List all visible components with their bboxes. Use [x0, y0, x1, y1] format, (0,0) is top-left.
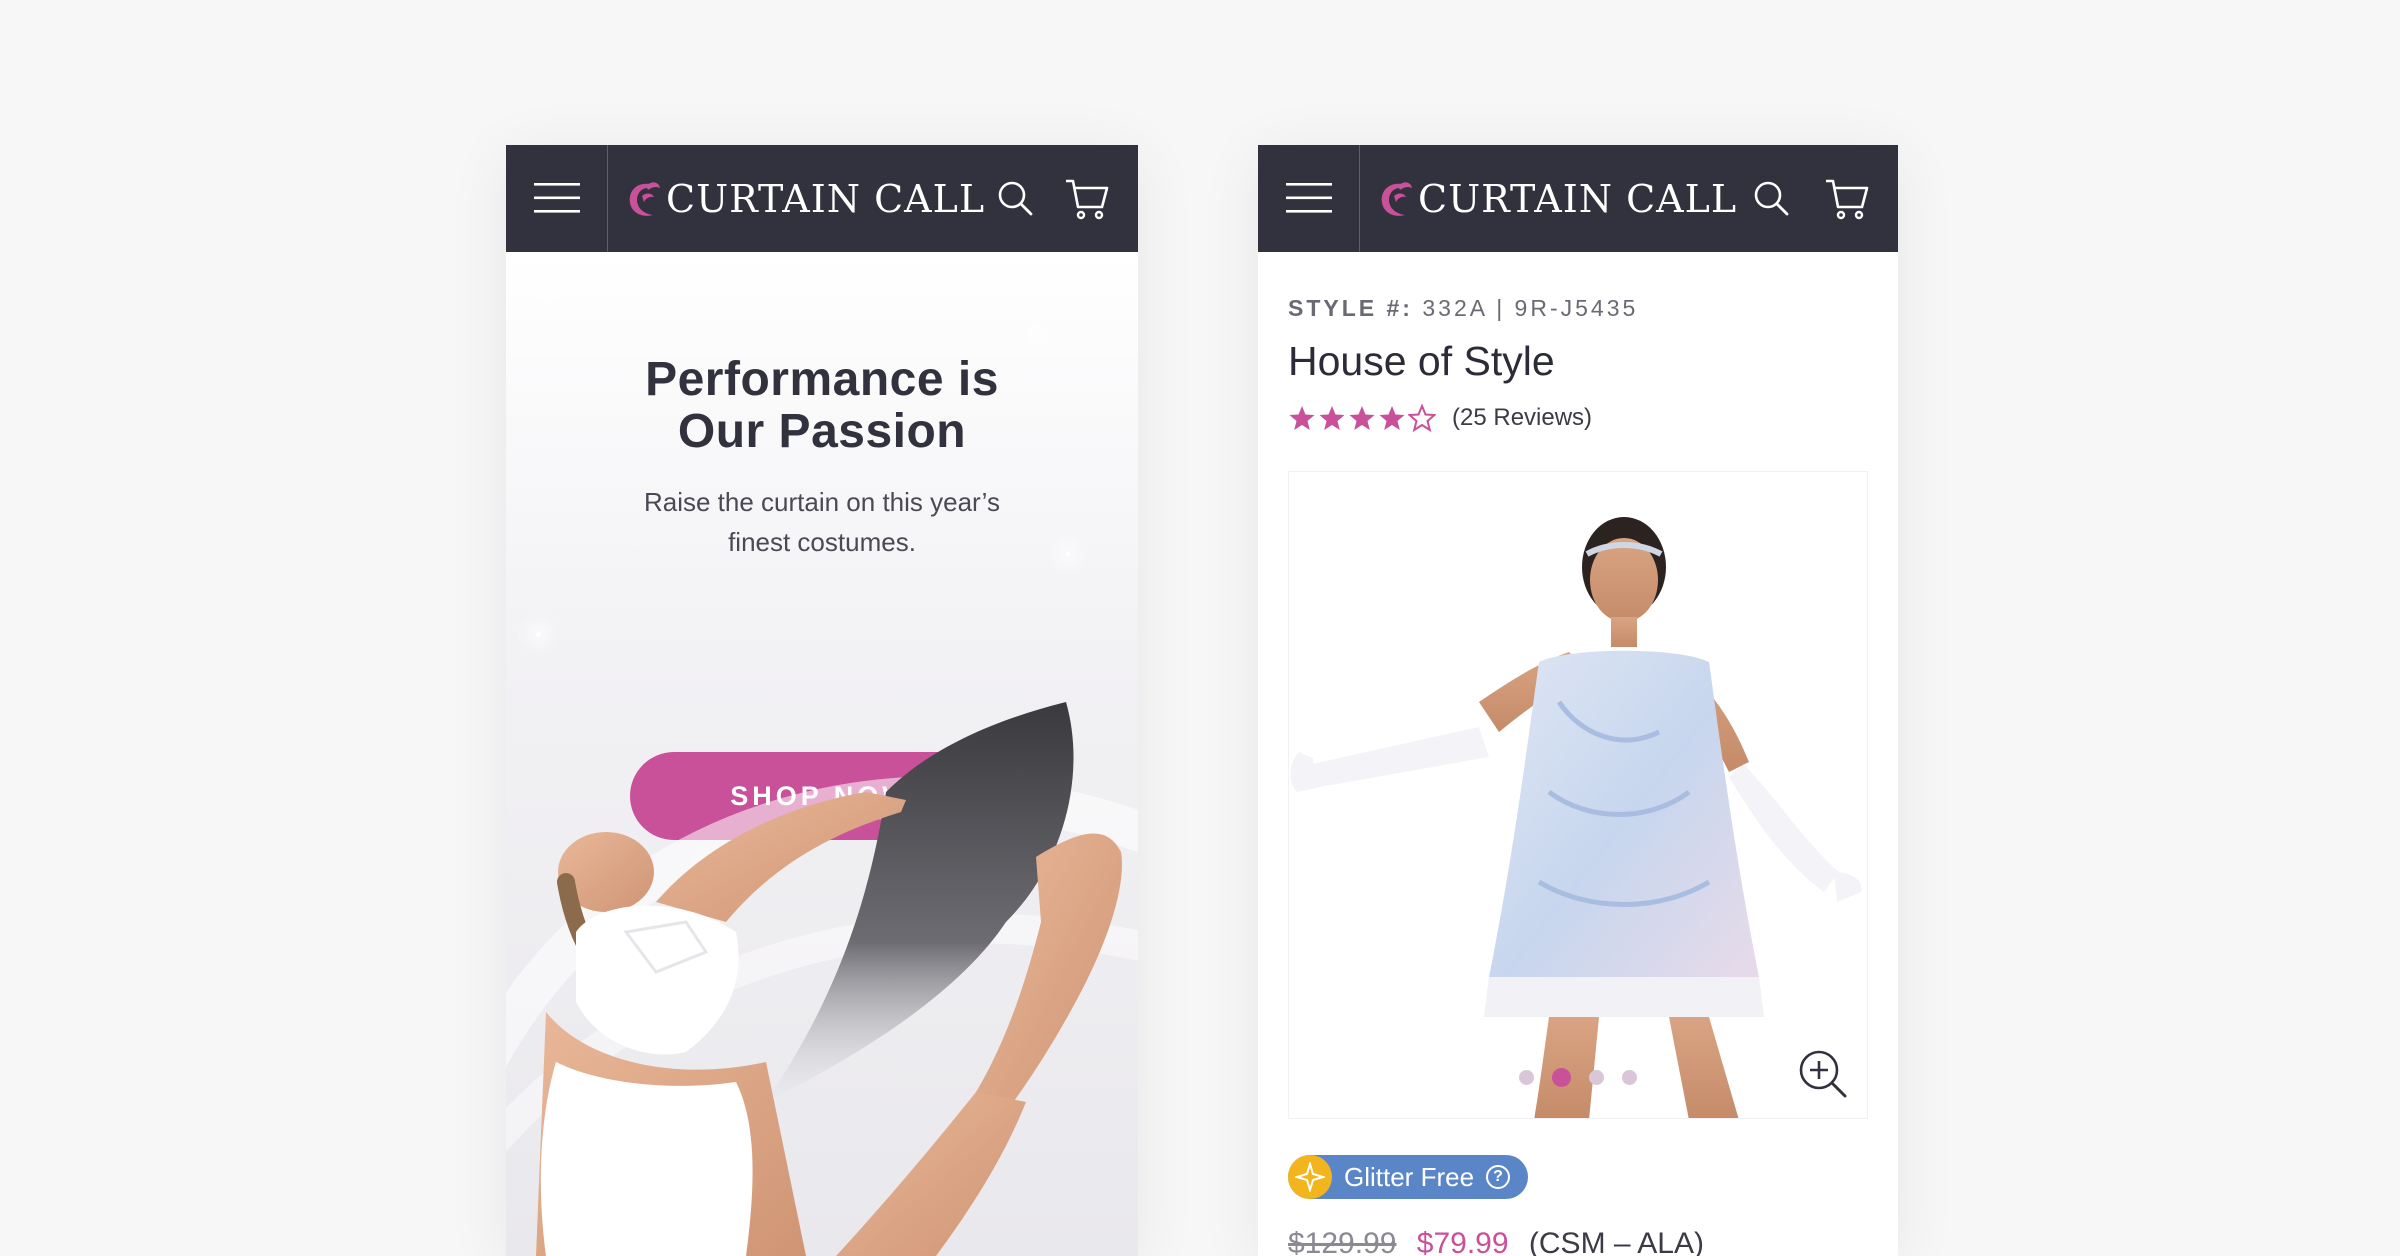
hamburger-menu-icon: [1286, 183, 1332, 213]
sparkle-decoration: [546, 292, 550, 296]
home-screen: CURTAIN CALL Performance is Our Passion: [506, 145, 1138, 1256]
star-icon: [1319, 406, 1345, 430]
costume-product-photo: [1290, 517, 1862, 1118]
dancer-hero-image: [506, 702, 1138, 1256]
carousel-dots: [1519, 1068, 1655, 1087]
carousel-dot[interactable]: [1622, 1070, 1637, 1085]
sparkle-decoration: [536, 632, 541, 637]
search-button[interactable]: [996, 179, 1036, 219]
search-icon: [1754, 181, 1789, 216]
size-range: (CSM – ALA): [1528, 1227, 1704, 1256]
sale-price: $79.99: [1416, 1227, 1509, 1256]
rating-stars: [1288, 404, 1438, 432]
badge-label: Glitter Free: [1344, 1161, 1475, 1192]
hero-subtitle-line: finest costumes.: [728, 527, 916, 557]
top-nav-bar: CURTAIN CALL: [506, 145, 1138, 252]
hero-subtitle: Raise the curtain on this year’s finest …: [506, 482, 1138, 562]
star-icon: [1379, 406, 1405, 430]
brand-logo[interactable]: CURTAIN CALL: [1378, 175, 1737, 223]
product-screen: CURTAIN CALL STYLE #: 332A | 9R-J5435 Ho…: [1258, 145, 1898, 1256]
search-button[interactable]: [1752, 179, 1792, 219]
search-icon: [998, 181, 1033, 216]
glitter-free-badge[interactable]: Glitter Free ?: [1288, 1155, 1529, 1199]
style-value: 332A | 9R-J5435: [1422, 295, 1639, 321]
style-label: STYLE #:: [1288, 295, 1413, 321]
star-icon: [1408, 404, 1436, 432]
cart-button[interactable]: [1064, 177, 1110, 221]
product-rating[interactable]: (25 Reviews): [1288, 403, 1592, 433]
menu-button[interactable]: [506, 145, 608, 252]
top-nav-bar: CURTAIN CALL: [1258, 145, 1898, 252]
original-price: $129.99: [1288, 1227, 1397, 1256]
cart-icon: [1066, 179, 1109, 220]
hero-title-line: Performance is: [645, 353, 999, 406]
zoom-button[interactable]: [1797, 1048, 1849, 1100]
product-title: House of Style: [1288, 338, 1555, 384]
hero-title-line: Our Passion: [677, 405, 967, 458]
hamburger-menu-icon: [534, 183, 580, 213]
price-line: $129.99 $79.99 (CSM – ALA): [1288, 1227, 1704, 1256]
logo-mark-icon: [629, 182, 660, 216]
logo-text: CURTAIN CALL: [666, 177, 986, 221]
product-image-carousel[interactable]: [1288, 471, 1868, 1119]
hero-banner: Performance is Our Passion Raise the cur…: [506, 252, 1138, 1256]
style-number: STYLE #: 332A | 9R-J5435: [1288, 295, 1638, 322]
carousel-dot[interactable]: [1519, 1070, 1534, 1085]
brand-logo[interactable]: CURTAIN CALL: [626, 175, 985, 223]
carousel-dot[interactable]: [1589, 1070, 1604, 1085]
reviews-link[interactable]: (25 Reviews): [1452, 404, 1592, 432]
logo-mark-icon: [1381, 182, 1412, 216]
sparkle-icon: [1288, 1155, 1332, 1199]
star-icon: [1289, 406, 1315, 430]
zoom-in-icon: [1799, 1050, 1847, 1098]
cart-icon: [1826, 179, 1869, 220]
hero-subtitle-line: Raise the curtain on this year’s: [643, 487, 1000, 517]
logo-text: CURTAIN CALL: [1418, 177, 1738, 221]
sparkle-decoration: [1036, 332, 1039, 335]
cart-button[interactable]: [1824, 177, 1870, 221]
star-icon: [1349, 406, 1375, 430]
menu-button[interactable]: [1258, 145, 1360, 252]
carousel-dot[interactable]: [1552, 1068, 1571, 1087]
hero-title: Performance is Our Passion: [506, 354, 1138, 458]
help-icon[interactable]: ?: [1486, 1165, 1511, 1189]
